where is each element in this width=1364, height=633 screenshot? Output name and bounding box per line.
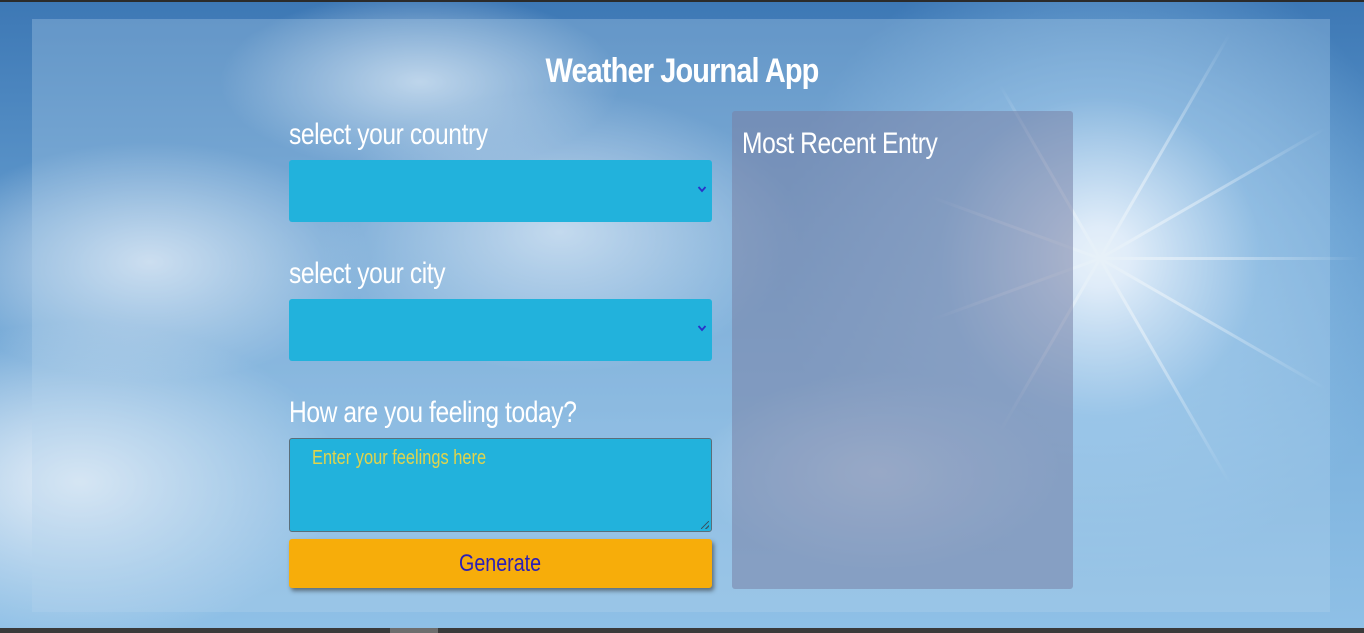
city-label: select your city [289, 257, 446, 290]
generate-button-label: Generate [459, 550, 542, 577]
feelings-placeholder: Enter your feelings here [312, 447, 487, 469]
chevron-down-icon [697, 182, 707, 196]
chevron-down-icon [697, 321, 707, 335]
feelings-textarea[interactable]: Enter your feelings here [289, 438, 712, 532]
scrollbar-thumb[interactable] [390, 628, 438, 633]
city-select[interactable] [289, 299, 712, 361]
feelings-label: How are you feeling today? [289, 396, 577, 429]
horizontal-scrollbar[interactable] [0, 628, 1364, 633]
most-recent-entry-panel: Most Recent Entry [732, 111, 1073, 589]
most-recent-entry-title: Most Recent Entry [742, 127, 938, 160]
generate-button[interactable]: Generate [289, 539, 712, 588]
resize-grip-icon[interactable] [701, 521, 709, 529]
country-select[interactable] [289, 160, 712, 222]
country-label: select your country [289, 118, 488, 151]
app-title: Weather Journal App [545, 52, 820, 90]
